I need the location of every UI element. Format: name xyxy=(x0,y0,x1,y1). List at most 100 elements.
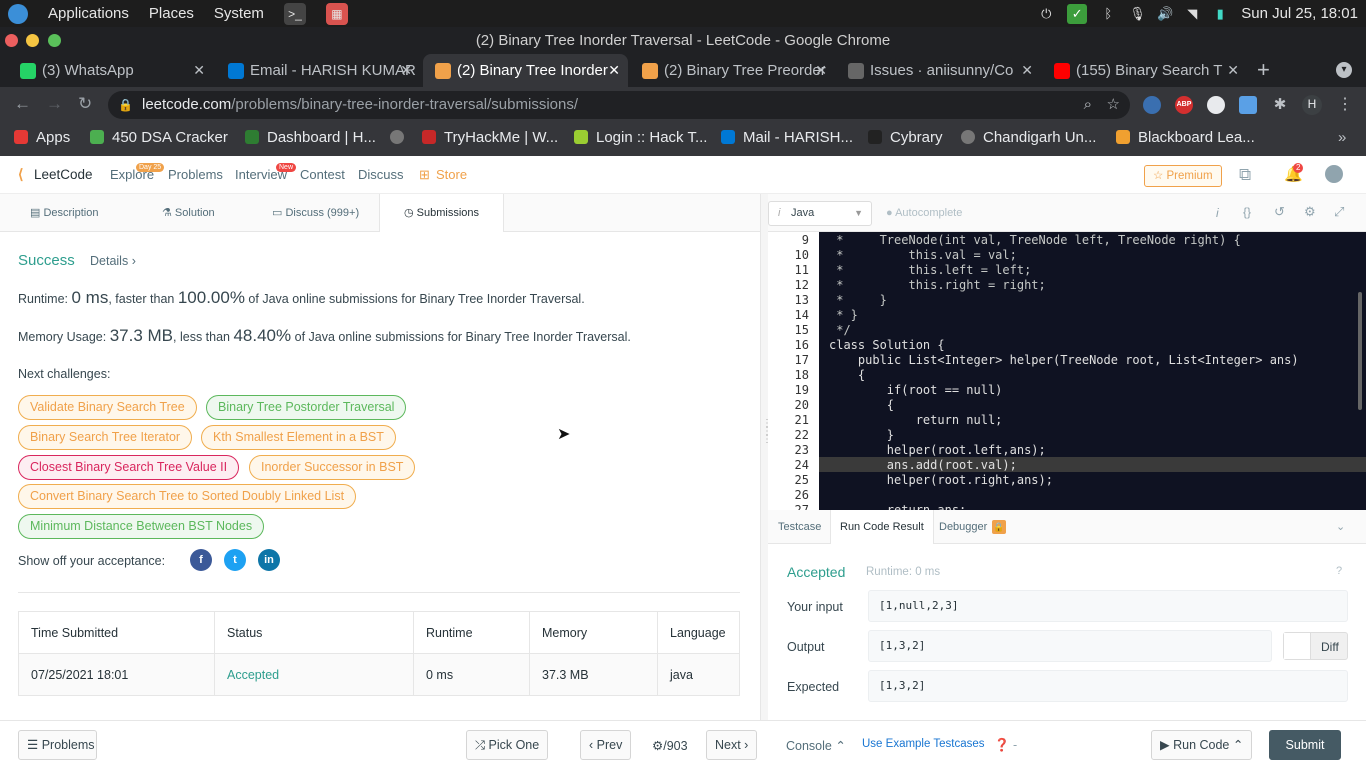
braces-icon[interactable]: {} xyxy=(1243,205,1251,219)
leetcode-logo-icon[interactable]: ⟨ xyxy=(18,166,23,183)
bookmark-item[interactable] xyxy=(390,123,412,152)
close-tab-icon[interactable]: ✕ xyxy=(608,54,620,87)
os-clock[interactable]: Sun Jul 25, 18:01 xyxy=(1241,5,1358,22)
profile-avatar[interactable]: H xyxy=(1302,95,1322,115)
extension-shield-icon[interactable] xyxy=(1239,96,1257,114)
challenge-pill[interactable]: Validate Binary Search Tree xyxy=(18,395,197,420)
run-code-button[interactable]: ▶ Run Code ⌃ xyxy=(1151,730,1253,760)
tab-search-icon[interactable]: ▾ xyxy=(1336,62,1352,78)
bookmark-item[interactable]: 450 DSA Cracker xyxy=(90,123,228,152)
bookmark-item[interactable]: Cybrary xyxy=(868,123,943,152)
close-tab-icon[interactable]: ✕ xyxy=(1021,54,1033,87)
problems-list-button[interactable]: ☰ Problems xyxy=(18,730,97,760)
zoom-search-icon[interactable]: ⌕ xyxy=(1084,91,1092,119)
close-tab-icon[interactable]: ✕ xyxy=(815,54,827,87)
new-tab-icon[interactable]: + xyxy=(1257,57,1270,83)
diff-toggle[interactable]: Diff xyxy=(1283,632,1348,660)
wifi-icon[interactable]: ◥ xyxy=(1185,6,1199,21)
linkedin-icon[interactable]: in xyxy=(258,549,280,571)
url-field[interactable]: 🔒 leetcode.com/problems/binary-tree-inor… xyxy=(108,91,1130,119)
challenge-pill[interactable]: Convert Binary Search Tree to Sorted Dou… xyxy=(18,484,357,509)
os-menu-applications[interactable]: Applications xyxy=(48,5,129,22)
twitter-icon[interactable]: t xyxy=(224,549,246,571)
os-menu-system[interactable]: System xyxy=(214,5,264,22)
submit-button[interactable]: Submit xyxy=(1269,730,1341,760)
tab-testcase[interactable]: Testcase xyxy=(778,521,821,533)
bookmark-star-icon[interactable]: ☆ xyxy=(1107,91,1120,119)
nav-contest[interactable]: Contest xyxy=(300,167,345,182)
nav-problems[interactable]: Problems xyxy=(168,167,223,182)
facebook-icon[interactable]: f xyxy=(190,549,212,571)
tab-run-code-result[interactable]: Run Code Result xyxy=(830,510,934,544)
collapse-chevron-icon[interactable]: ⌄ xyxy=(1336,520,1345,533)
close-tab-icon[interactable]: ✕ xyxy=(400,54,412,87)
nav-store[interactable]: Store xyxy=(436,167,467,182)
premium-button[interactable]: ☆ Premium xyxy=(1144,165,1222,187)
fullscreen-icon[interactable]: ⤢ xyxy=(1334,204,1344,220)
power-icon[interactable]: ⏻ xyxy=(1039,6,1053,21)
update-check-icon[interactable]: ✓ xyxy=(1067,3,1088,24)
bookmark-item[interactable]: Mail - HARISH... xyxy=(721,123,853,152)
reload-icon[interactable]: ↻ xyxy=(78,94,92,114)
chrome-menu-icon[interactable]: ⋮ xyxy=(1337,96,1355,114)
cell-status-link[interactable]: Accepted xyxy=(214,653,414,696)
challenge-pill[interactable]: Inorder Successor in BST xyxy=(249,455,416,480)
prev-button[interactable]: ‹ Prev xyxy=(580,730,632,760)
os-menu-places[interactable]: Places xyxy=(149,5,194,22)
extensions-puzzle-icon[interactable]: ✱ xyxy=(1271,96,1289,114)
tab-solution[interactable]: ⚗ Solution xyxy=(162,194,215,232)
app-grid-icon[interactable]: ▦ xyxy=(325,2,348,25)
pick-one-button[interactable]: ⤮ Pick One xyxy=(466,730,549,760)
tab-debugger[interactable]: Debugger xyxy=(939,521,987,533)
settings-gear-icon[interactable]: ⚙ xyxy=(1304,204,1316,220)
close-tab-icon[interactable]: ✕ xyxy=(1227,54,1239,87)
info-icon[interactable]: i xyxy=(1216,206,1219,220)
reset-icon[interactable]: ↺ xyxy=(1274,204,1285,220)
browser-tab[interactable]: Issues · aniisunny/Co ✕ xyxy=(836,54,1041,87)
store-icon[interactable]: ⊞ xyxy=(419,167,430,183)
extension-owl-icon[interactable] xyxy=(1143,96,1161,114)
more-bookmarks-icon[interactable]: » xyxy=(1338,123,1346,152)
table-row[interactable]: 07/25/2021 18:01 Accepted 0 ms 37.3 MB j… xyxy=(18,653,740,696)
browser-tab[interactable]: (2) Binary Tree Preorder ✕ xyxy=(630,54,835,87)
extension-meter-icon[interactable] xyxy=(1207,96,1225,114)
tab-description[interactable]: ▤ Description xyxy=(30,194,98,232)
adblock-icon[interactable]: ABP xyxy=(1175,96,1193,114)
browser-tab[interactable]: Email - HARISH KUMAR ✕ xyxy=(216,54,420,87)
challenge-pill[interactable]: Kth Smallest Element in a BST xyxy=(201,425,396,450)
bluetooth-icon[interactable]: ᛒ xyxy=(1101,6,1115,21)
bookmark-item[interactable]: Chandigarh Un... xyxy=(961,123,1096,152)
challenge-pill[interactable]: Binary Search Tree Iterator xyxy=(18,425,193,450)
bookmark-item[interactable]: TryHackMe | W... xyxy=(422,123,558,152)
close-window-icon[interactable] xyxy=(5,34,18,47)
bookmark-item[interactable]: Blackboard Lea... xyxy=(1116,123,1255,152)
leetcode-logo[interactable]: LeetCode xyxy=(34,167,93,182)
example-testcases-link[interactable]: Use Example Testcases xyxy=(862,738,985,750)
battery-icon[interactable]: ▮ xyxy=(1213,6,1227,21)
microphone-icon[interactable]: 🎙 xyxy=(1129,6,1146,21)
autocomplete-toggle[interactable]: ● Autocomplete xyxy=(886,207,962,219)
user-avatar-icon[interactable] xyxy=(1325,165,1343,183)
tab-submissions[interactable]: ◷ Submissions xyxy=(379,194,504,232)
bookmark-item[interactable]: Apps xyxy=(14,123,70,152)
back-icon[interactable]: ← xyxy=(14,94,31,114)
volume-icon[interactable]: 🔊 xyxy=(1157,6,1173,21)
challenge-pill[interactable]: Minimum Distance Between BST Nodes xyxy=(18,514,265,539)
details-link[interactable]: Details › xyxy=(90,254,136,268)
browser-tab-active[interactable]: (2) Binary Tree Inorder ✕ xyxy=(423,54,628,87)
nav-discuss[interactable]: Discuss xyxy=(358,167,404,182)
help-icon[interactable]: ? xyxy=(1336,565,1342,577)
playground-icon[interactable]: ⧉ xyxy=(1239,165,1251,185)
challenge-pill[interactable]: Closest Binary Search Tree Value II xyxy=(18,455,240,480)
tab-discuss[interactable]: ▭ Discuss (999+) xyxy=(272,194,359,232)
maximize-window-icon[interactable] xyxy=(48,34,61,47)
forward-icon[interactable]: → xyxy=(46,94,63,114)
code-editor[interactable]: 9 10 11 12 13 14 15 16 17 18 19 20 21 22 23 24 25 26 27 * … xyxy=(768,232,1366,510)
bookmark-item[interactable]: Dashboard | H... xyxy=(245,123,376,152)
bookmark-item[interactable]: Login :: Hack T... xyxy=(574,123,707,152)
close-tab-icon[interactable]: ✕ xyxy=(193,54,205,87)
panel-splitter[interactable] xyxy=(760,194,768,720)
browser-tab[interactable]: (155) Binary Search T ✕ xyxy=(1042,54,1247,87)
console-toggle[interactable]: Console ⌃ xyxy=(786,738,846,753)
next-button[interactable]: Next › xyxy=(706,730,758,760)
